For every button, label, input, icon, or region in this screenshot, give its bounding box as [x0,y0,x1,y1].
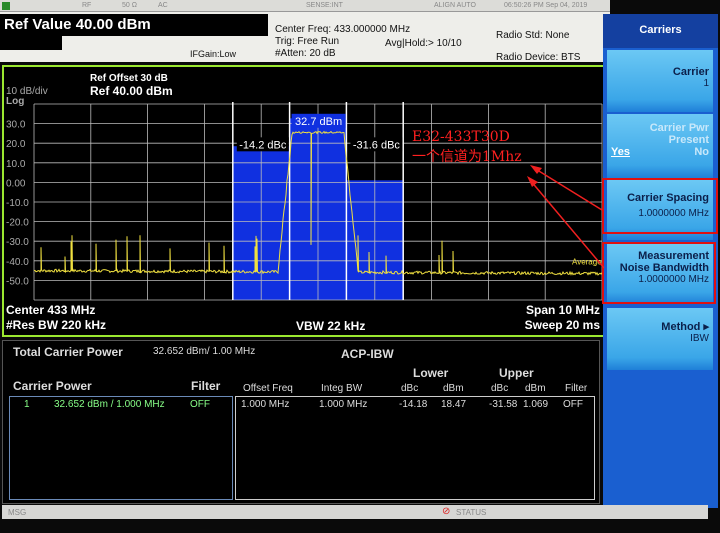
status-label[interactable]: STATUS [456,508,486,517]
annotation-arrows [527,165,605,269]
status-icon[interactable]: ⊘ [442,506,450,517]
message-bar: MSG ⊘ STATUS [2,505,708,519]
arrow-line [533,167,603,211]
msg-label: MSG [8,508,27,517]
arrow-head-icon [527,176,538,187]
arrow-line [529,179,605,269]
